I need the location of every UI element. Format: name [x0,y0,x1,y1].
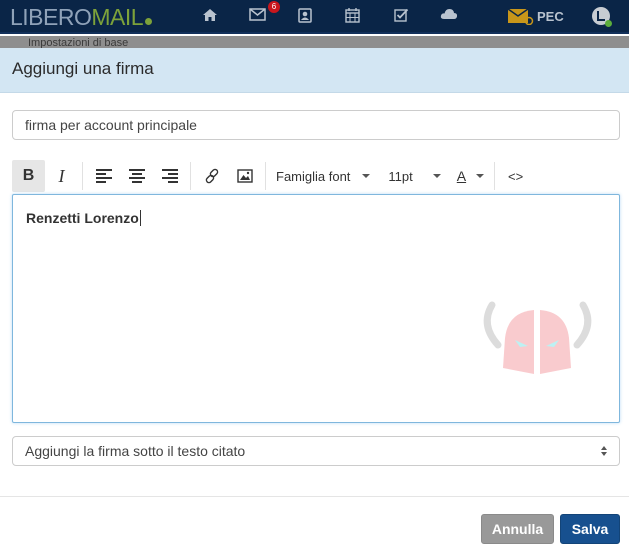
unread-count-badge: 6 [268,1,280,13]
align-right-icon [161,169,178,183]
align-left-button[interactable] [87,160,120,192]
editor-content[interactable]: Renzetti Lorenzo [26,210,141,226]
font-size-dropdown[interactable]: 11pt [382,160,446,192]
calendar-icon[interactable] [343,8,361,24]
save-button[interactable]: Salva [560,514,620,544]
cloud-icon[interactable] [440,8,458,24]
modal-header: Aggiungi una firma [0,48,629,93]
signature-name-input[interactable] [12,110,620,140]
envelope-icon[interactable] [248,8,266,24]
user-avatar-icon[interactable] [592,7,612,27]
link-icon [205,168,218,184]
pec-button[interactable]: PEC [508,8,564,25]
image-icon [236,169,253,183]
insert-link-button[interactable] [195,160,228,192]
tasks-checkbox-icon[interactable] [392,8,410,24]
chevron-down-icon [362,174,371,178]
top-navigation-bar: LIBEROMAIL 6 PEC [0,0,629,34]
toolbar-divider [265,162,266,190]
select-arrows-icon [601,446,607,456]
background-page-overlay: Impostazioni di base [0,36,629,48]
chevron-down-icon [432,174,441,178]
modal-footer-divider [0,496,629,497]
font-color-dropdown[interactable]: A [451,160,490,192]
italic-button[interactable]: I [45,160,78,192]
font-color-icon: A [456,168,467,184]
editor-toolbar: B I Famiglia font 11pt A <> [12,159,620,193]
background-breadcrumb: Impostazioni di base [28,37,129,48]
toolbar-divider [494,162,496,190]
insert-image-button[interactable] [228,160,261,192]
font-family-dropdown[interactable]: Famiglia font [270,160,376,192]
modal-title: Aggiungi una firma [12,59,154,78]
home-icon[interactable] [201,8,219,24]
align-center-icon [128,169,145,183]
text-cursor [139,210,141,226]
online-status-dot [605,20,612,27]
toolbar-divider [190,162,191,190]
pec-envelope-icon [508,8,534,25]
cancel-button[interactable]: Annulla [481,514,554,544]
chevron-down-icon [476,174,485,178]
contacts-icon[interactable] [296,8,314,24]
code-view-button[interactable]: <> [499,160,532,192]
signature-position-select[interactable]: Aggiungi la firma sotto il testo citato [12,436,620,466]
toolbar-divider [82,162,83,190]
align-left-icon [95,169,112,183]
libero-mail-logo[interactable]: LIBEROMAIL [10,4,153,31]
align-center-button[interactable] [120,160,153,192]
code-icon: <> [508,168,524,184]
bold-button[interactable]: B [12,160,45,192]
watermark-helmet-icon [483,301,592,374]
align-right-button[interactable] [153,160,186,192]
